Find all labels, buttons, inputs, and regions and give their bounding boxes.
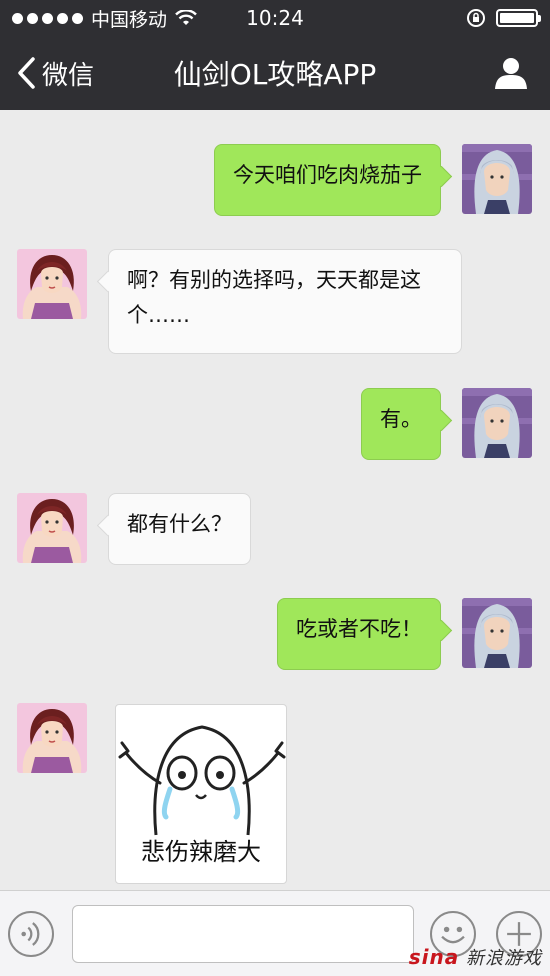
sticker-message[interactable]: 悲伤辣磨大 xyxy=(115,704,287,884)
sina-watermark: sina 新浪游戏 xyxy=(409,944,542,970)
message-bubble-received[interactable]: 都有什么？ xyxy=(108,493,251,565)
message-text: 吃或者不吃！ xyxy=(296,617,422,641)
message-bubble-sent[interactable]: 吃或者不吃！ xyxy=(277,598,441,670)
chevron-left-icon xyxy=(18,57,35,89)
back-button[interactable]: 微信 xyxy=(16,55,94,92)
battery-icon xyxy=(496,9,541,27)
avatar-male[interactable] xyxy=(462,598,532,668)
top-header: 中国移动 10:24 微信 仙剑OL攻略APP xyxy=(0,0,550,110)
signal-strength-icon xyxy=(12,12,83,24)
rotation-lock-icon xyxy=(467,9,485,27)
wifi-icon xyxy=(175,10,197,25)
crying-ghost-sticker-icon xyxy=(118,725,286,836)
avatar-male[interactable] xyxy=(462,144,532,214)
message-bubble-sent[interactable]: 有。 xyxy=(361,388,441,460)
back-label: 微信 xyxy=(42,60,95,91)
avatar-female[interactable] xyxy=(17,493,87,563)
nav-bar: 微信 仙剑OL攻略APP xyxy=(0,36,550,110)
avatar-male[interactable] xyxy=(462,388,532,458)
message-text: 有。 xyxy=(380,407,422,431)
input-bar: sina 新浪游戏 xyxy=(0,890,550,976)
message-bubble-sent[interactable]: 今天咱们吃肉烧茄子 xyxy=(214,144,441,216)
message-input[interactable] xyxy=(72,905,414,963)
watermark-brand: sina xyxy=(408,945,460,969)
status-bar: 中国移动 10:24 xyxy=(0,0,550,36)
carrier-label: 中国移动 xyxy=(91,8,168,31)
person-icon[interactable] xyxy=(494,56,528,90)
message-bubble-received[interactable]: 啊？有别的选择吗，天天都是这个…… xyxy=(108,249,462,354)
message-text: 今天咱们吃肉烧茄子 xyxy=(233,163,422,187)
voice-icon[interactable] xyxy=(8,911,54,957)
sticker-caption: 悲伤辣磨大 xyxy=(141,838,261,866)
message-text: 都有什么？ xyxy=(127,512,232,536)
watermark-text: 新浪游戏 xyxy=(466,948,542,969)
message-text: 啊？有别的选择吗，天天都是这个…… xyxy=(127,268,421,327)
avatar-female[interactable] xyxy=(17,703,87,773)
avatar-female[interactable] xyxy=(17,249,87,319)
